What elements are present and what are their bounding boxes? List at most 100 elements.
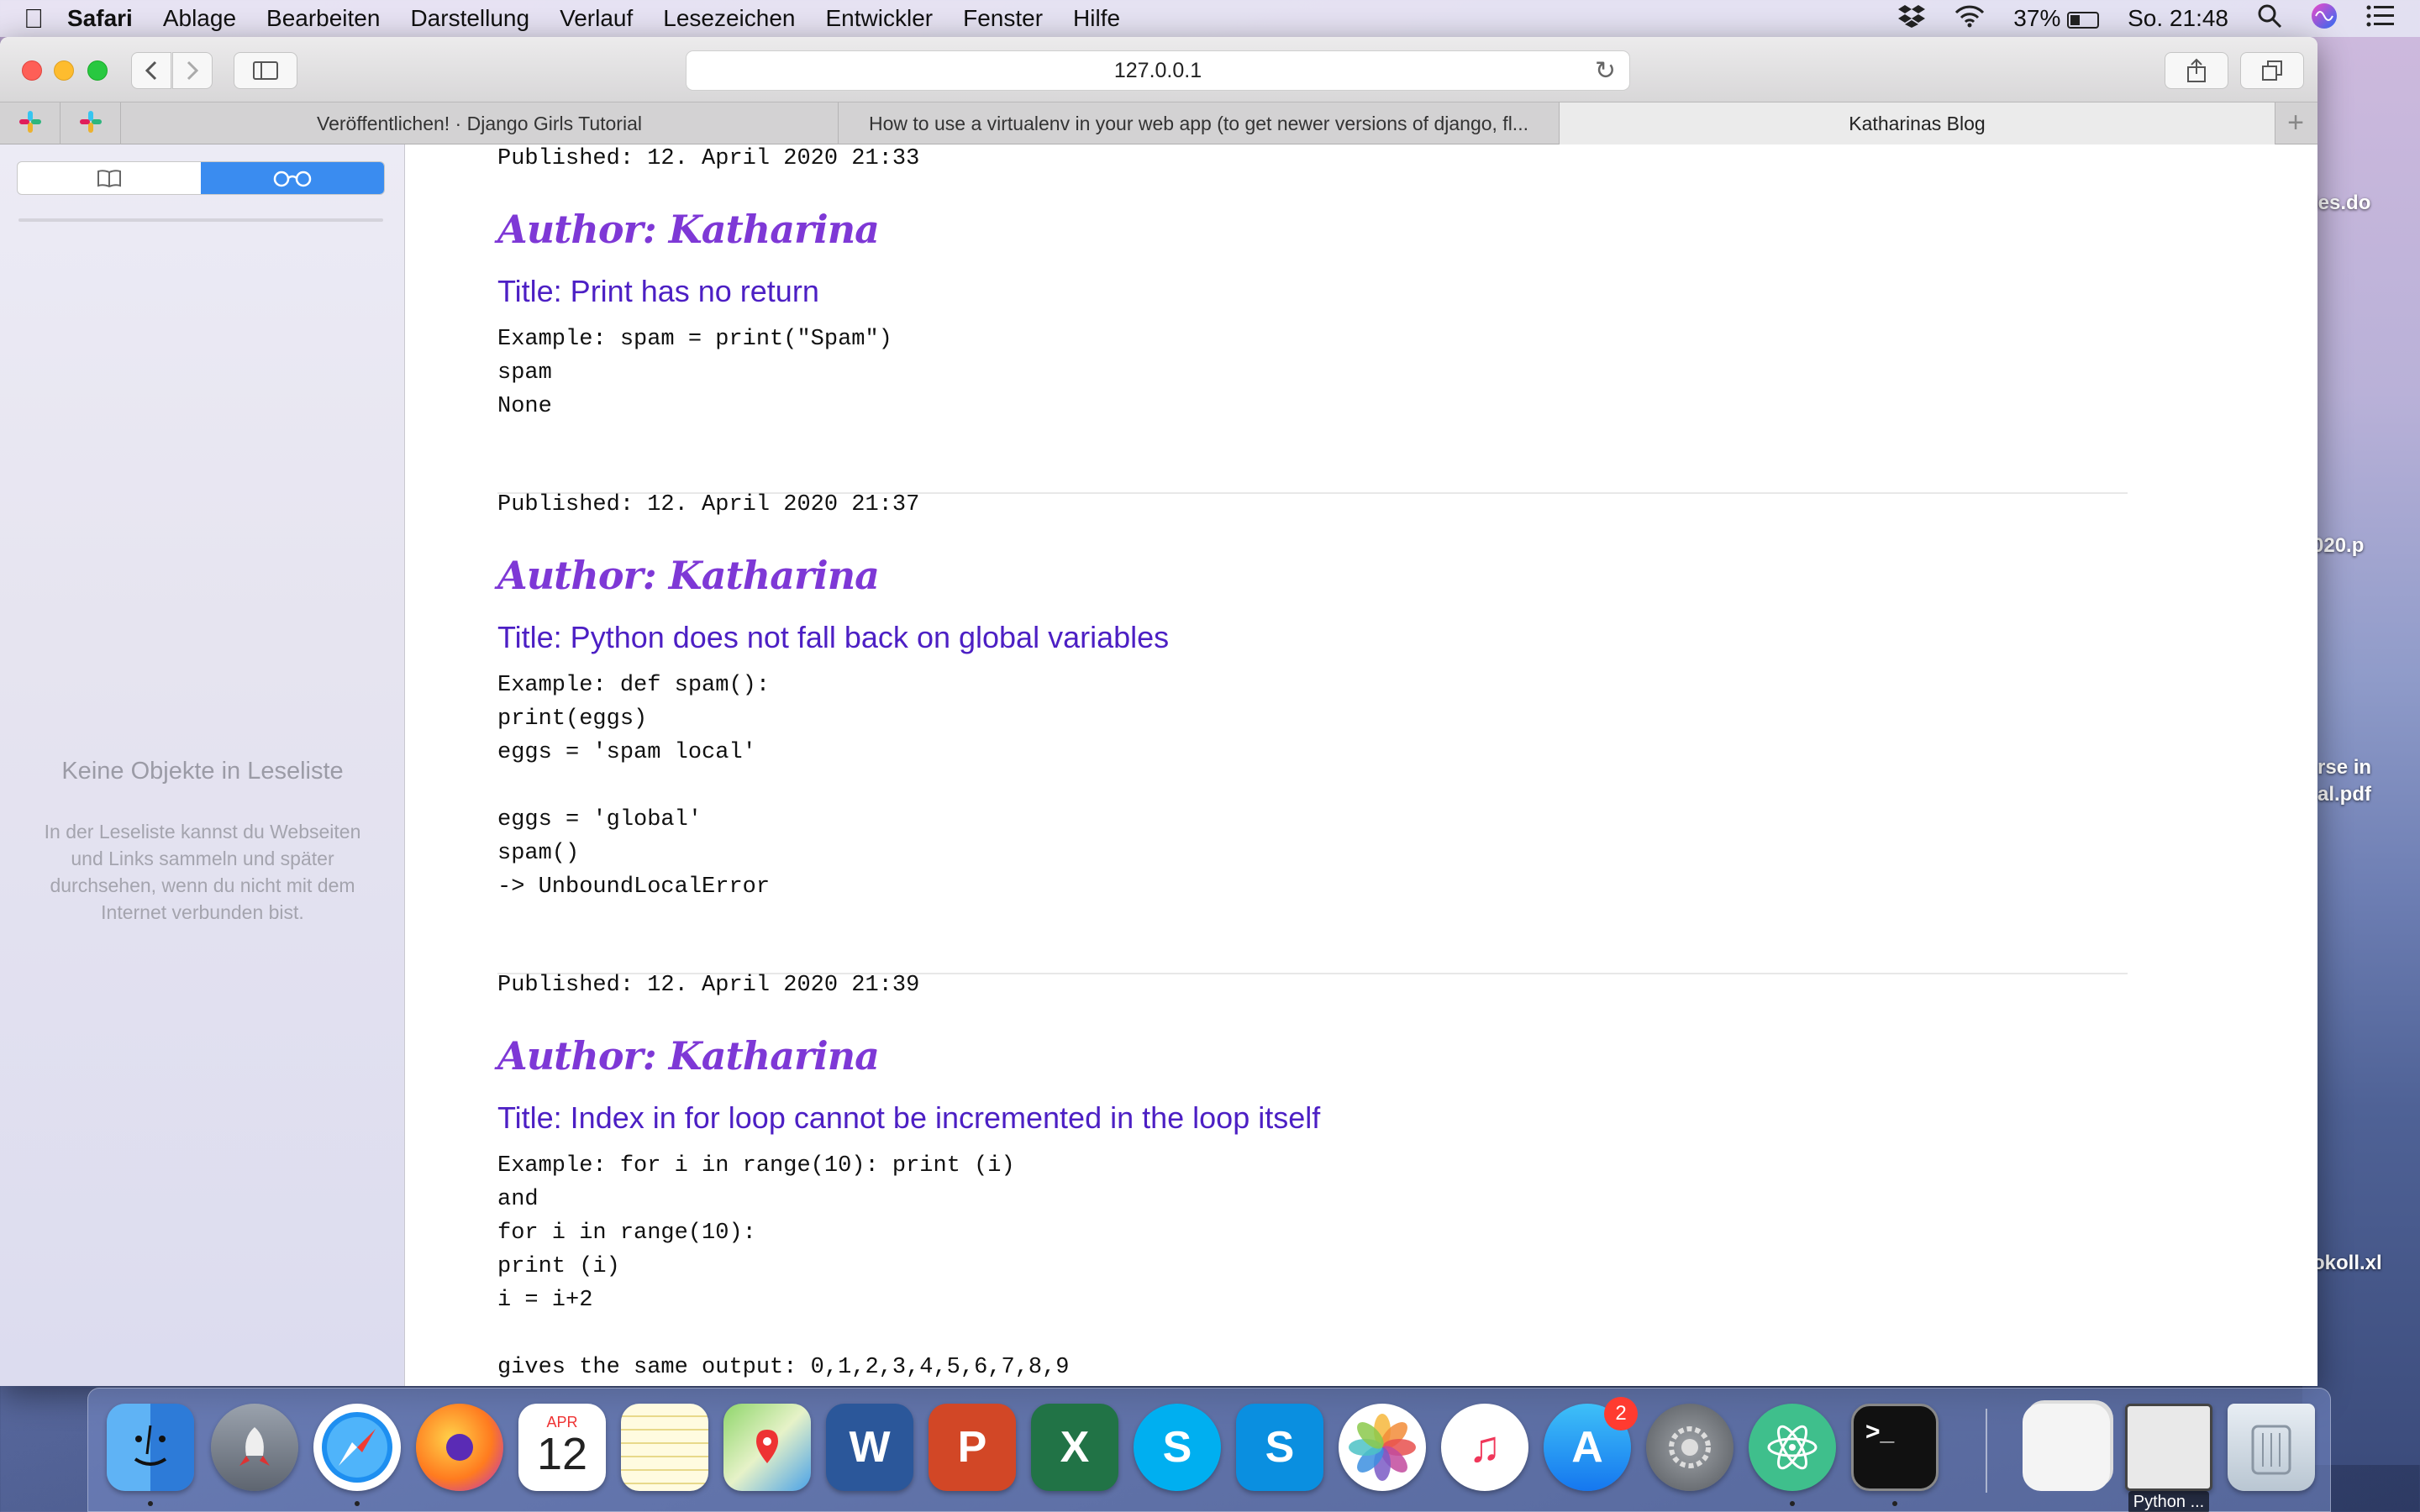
blog-post: Published: 12. April 2020 21:33 bbox=[497, 146, 2128, 171]
reading-list-empty-title: Keine Objekte in Leseliste bbox=[61, 758, 344, 785]
python-document-icon[interactable]: Python ... bbox=[2125, 1404, 2212, 1512]
post-example: Example: def spam(): print(eggs) eggs = … bbox=[497, 673, 771, 900]
word-icon[interactable]: W bbox=[826, 1404, 913, 1491]
notes-icon[interactable] bbox=[621, 1404, 708, 1491]
blog-post-title-wrap: Title: Print has no return bbox=[497, 274, 2128, 309]
post-published-date: Published: 12. April 2020 21:37 bbox=[497, 492, 920, 517]
desktop-file-label[interactable]: les.do bbox=[2312, 192, 2370, 215]
pinned-tab-slack[interactable] bbox=[0, 102, 60, 144]
menu-fenster[interactable]: Fenster bbox=[963, 5, 1043, 32]
post-title[interactable]: Title: Print has no return bbox=[497, 274, 2128, 309]
reading-list-empty-description: In der Leseliste kannst du Webseiten und… bbox=[44, 821, 361, 923]
terminal-running-indicator bbox=[1892, 1501, 1897, 1506]
menu-bearbeiten[interactable]: Bearbeiten bbox=[266, 5, 380, 32]
powerpoint-icon[interactable]: P bbox=[929, 1404, 1016, 1491]
post-title[interactable]: Title: Python does not fall back on glob… bbox=[497, 620, 2128, 655]
app-store-badge: 2 bbox=[1604, 1397, 1638, 1431]
menu-bar:  Safari Ablage Bearbeiten Darstellung V… bbox=[0, 0, 2420, 37]
close-window-button[interactable] bbox=[22, 60, 42, 81]
blog-post: Published: 12. April 2020 21:37 bbox=[497, 492, 2128, 517]
desktop-background bbox=[2302, 37, 2420, 1465]
menu-ablage[interactable]: Ablage bbox=[163, 5, 236, 32]
spotlight-search-icon[interactable] bbox=[2257, 3, 2282, 34]
battery-status[interactable]: 37% bbox=[2013, 5, 2100, 32]
back-button[interactable] bbox=[131, 52, 171, 89]
desktop-file-label[interactable]: okoll.xl bbox=[2312, 1252, 2382, 1275]
sidebar-segmented-control bbox=[17, 161, 385, 195]
terminal-icon[interactable]: >_ bbox=[1851, 1404, 1939, 1491]
new-tab-button[interactable]: + bbox=[2275, 102, 2316, 144]
finder-icon[interactable] bbox=[107, 1404, 194, 1491]
slack-icon bbox=[78, 109, 103, 139]
launchpad-icon[interactable] bbox=[211, 1404, 298, 1491]
blog-post-example-wrap: Example: spam = print("Spam") spam None bbox=[497, 323, 2128, 423]
excel-icon[interactable]: X bbox=[1031, 1404, 1118, 1491]
forward-button[interactable] bbox=[172, 52, 213, 89]
post-author: Author: Katharina bbox=[497, 553, 880, 598]
tab-virtualenv[interactable]: How to use a virtualenv in your web app … bbox=[839, 102, 1560, 144]
reading-list-tab[interactable] bbox=[201, 162, 384, 194]
photos-icon[interactable] bbox=[1339, 1404, 1426, 1491]
menu-hilfe[interactable]: Hilfe bbox=[1073, 5, 1120, 32]
blog-post-author-wrap: Author: Katharina bbox=[497, 1033, 2128, 1079]
minimize-window-button[interactable] bbox=[54, 60, 74, 81]
itunes-icon[interactable]: ♫ bbox=[1441, 1404, 1528, 1491]
sidebar-separator bbox=[18, 218, 383, 222]
notification-center-icon[interactable] bbox=[2366, 4, 2395, 34]
menu-entwickler[interactable]: Entwickler bbox=[826, 5, 934, 32]
documents-stack-icon[interactable] bbox=[2023, 1404, 2110, 1491]
trash-icon[interactable] bbox=[2228, 1404, 2315, 1491]
battery-fill bbox=[2070, 14, 2081, 25]
post-example: Example: for i in range(10): print (i) a… bbox=[497, 1153, 1070, 1380]
address-bar[interactable]: 127.0.0.1 ↻ bbox=[686, 50, 1630, 91]
blog-post: Published: 12. April 2020 21:39 bbox=[497, 973, 2128, 998]
tab-bar: Veröffentlichen! · Django Girls Tutorial… bbox=[0, 102, 2317, 144]
menu-lesezeichen[interactable]: Lesezeichen bbox=[663, 5, 795, 32]
blog-post-author-wrap: Author: Katharina bbox=[497, 553, 2128, 598]
skype-for-business-icon[interactable]: S bbox=[1236, 1404, 1323, 1491]
apple-menu-icon[interactable]:  bbox=[0, 3, 67, 34]
tab-django-girls[interactable]: Veröffentlichen! · Django Girls Tutorial bbox=[121, 102, 839, 144]
calendar-icon[interactable]: APR 12 bbox=[518, 1404, 606, 1491]
blog-post-example-wrap: Example: for i in range(10): print (i) a… bbox=[497, 1149, 2128, 1384]
safari-icon[interactable] bbox=[313, 1404, 401, 1491]
firefox-icon[interactable] bbox=[416, 1404, 503, 1491]
calendar-day: 12 bbox=[536, 1428, 588, 1479]
dock: APR 12 W P X S S ♫ A 2 >_ Python ... bbox=[87, 1388, 2331, 1512]
desktop-file-label[interactable]: 020.p bbox=[2312, 534, 2364, 558]
siri-icon[interactable] bbox=[2311, 3, 2338, 35]
slack-icon bbox=[18, 109, 43, 139]
fullscreen-window-button[interactable] bbox=[87, 60, 108, 81]
dropbox-icon[interactable] bbox=[1897, 3, 1926, 34]
post-author: Author: Katharina bbox=[497, 1033, 880, 1079]
app-store-icon[interactable]: A 2 bbox=[1544, 1397, 1638, 1491]
tab-katharinas-blog[interactable]: Katharinas Blog bbox=[1560, 102, 2275, 144]
skype-icon[interactable]: S bbox=[1134, 1404, 1221, 1491]
blog-post-title-wrap: Title: Python does not fall back on glob… bbox=[497, 620, 2128, 655]
sidebar-toggle-button[interactable] bbox=[234, 52, 297, 89]
browser-toolbar: 127.0.0.1 ↻ bbox=[0, 37, 2317, 102]
menu-darstellung[interactable]: Darstellung bbox=[410, 5, 529, 32]
system-preferences-icon[interactable] bbox=[1646, 1404, 1733, 1491]
post-title[interactable]: Title: Index in for loop cannot be incre… bbox=[497, 1100, 2128, 1136]
maps-icon[interactable] bbox=[723, 1404, 811, 1491]
menu-verlauf[interactable]: Verlauf bbox=[560, 5, 633, 32]
post-author: Author: Katharina bbox=[497, 207, 880, 252]
clock[interactable]: So. 21:48 bbox=[2128, 5, 2228, 32]
bookmarks-tab[interactable] bbox=[18, 162, 201, 194]
post-published-date: Published: 12. April 2020 21:33 bbox=[497, 146, 920, 171]
desktop-file-label[interactable]: al.pdf bbox=[2317, 783, 2371, 806]
menu-app-name[interactable]: Safari bbox=[67, 5, 133, 32]
blog-post-title-wrap: Title: Index in for loop cannot be incre… bbox=[497, 1100, 2128, 1136]
pinned-tab-slack-2[interactable] bbox=[60, 102, 121, 144]
safari-running-indicator bbox=[355, 1501, 360, 1506]
atom-icon[interactable] bbox=[1749, 1404, 1836, 1491]
share-button[interactable] bbox=[2165, 52, 2228, 89]
reload-icon[interactable]: ↻ bbox=[1595, 56, 1616, 86]
wifi-icon[interactable] bbox=[1954, 4, 1985, 34]
tab-overview-button[interactable] bbox=[2240, 52, 2304, 89]
battery-percent: 37% bbox=[2013, 5, 2061, 31]
reading-list-sidebar: Keine Objekte in Leseliste In der Leseli… bbox=[0, 144, 405, 1386]
desktop-file-label[interactable]: rse in bbox=[2317, 756, 2371, 780]
post-published-date: Published: 12. April 2020 21:39 bbox=[497, 973, 920, 998]
